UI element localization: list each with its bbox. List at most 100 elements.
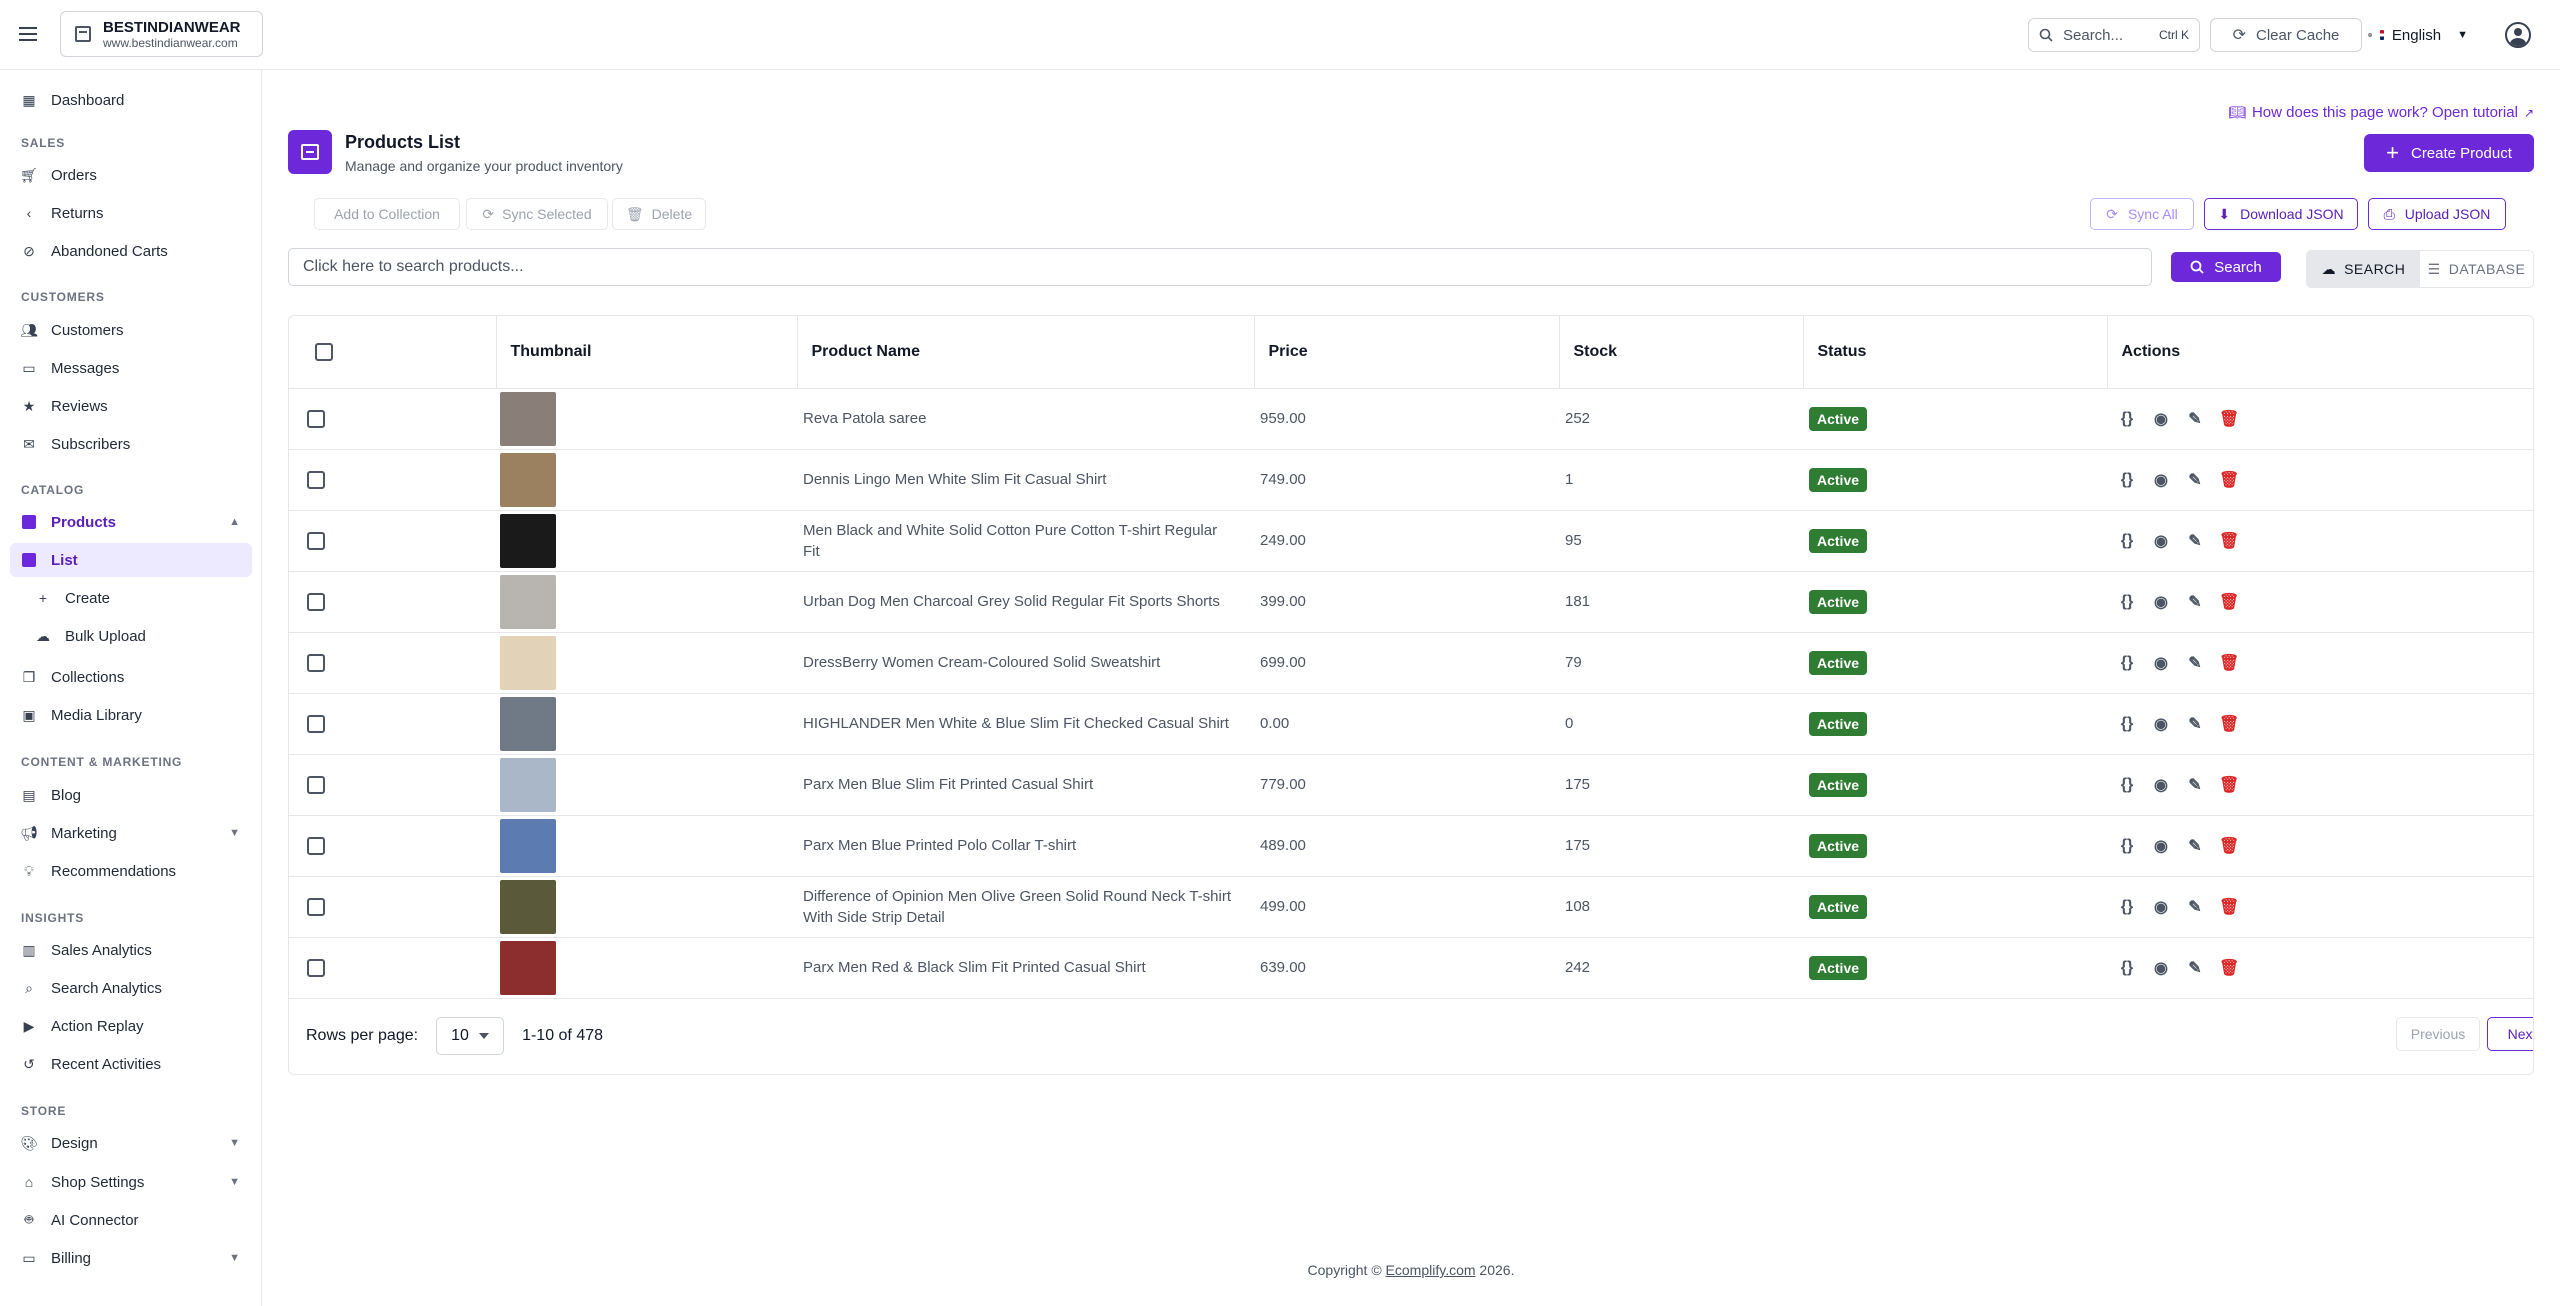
edit-pencil-icon[interactable]: ✎ — [2185, 958, 2205, 978]
delete-trash-icon[interactable]: 🗑︎ — [2219, 592, 2239, 612]
sidebar-item-products[interactable]: Products ▲ — [10, 505, 252, 539]
sidebar-item-marketing[interactable]: 📢︎ Marketing ▼ — [10, 816, 252, 850]
product-search-input[interactable] — [288, 248, 2152, 286]
delete-trash-icon[interactable]: 🗑︎ — [2219, 775, 2239, 795]
language-selector[interactable]: English ▼ — [2358, 18, 2468, 52]
edit-pencil-icon[interactable]: ✎ — [2185, 592, 2205, 612]
view-eye-icon[interactable]: ◉ — [2151, 775, 2171, 795]
row-checkbox[interactable] — [307, 836, 325, 855]
user-avatar-icon[interactable] — [2505, 22, 2531, 48]
view-eye-icon[interactable]: ◉ — [2151, 958, 2171, 978]
row-checkbox[interactable] — [307, 714, 325, 733]
column-header-product-name[interactable]: Product Name — [797, 316, 1255, 389]
sidebar-item-design[interactable]: 🎨︎ Design ▼ — [10, 1126, 252, 1160]
sidebar-item-orders[interactable]: 🛒︎ Orders — [10, 158, 252, 192]
add-to-collection-button[interactable]: Add to Collection — [314, 198, 460, 230]
json-code-icon[interactable]: {} — [2117, 898, 2137, 916]
view-eye-icon[interactable]: ◉ — [2151, 653, 2171, 673]
row-checkbox[interactable] — [307, 409, 325, 428]
product-thumbnail[interactable] — [500, 879, 556, 934]
sidebar-item-search-analytics[interactable]: ⌕ Search Analytics — [10, 971, 252, 1005]
toggle-search-mode[interactable]: ☁ SEARCH — [2307, 251, 2420, 287]
sidebar-item-create[interactable]: + Create — [10, 581, 252, 615]
sidebar-item-messages[interactable]: ▭ Messages — [10, 351, 252, 385]
clear-cache-button[interactable]: ⟳ Clear Cache — [2210, 18, 2362, 52]
delete-trash-icon[interactable]: 🗑︎ — [2219, 409, 2239, 429]
json-code-icon[interactable]: {} — [2117, 715, 2137, 733]
delete-trash-icon[interactable]: 🗑︎ — [2219, 470, 2239, 490]
edit-pencil-icon[interactable]: ✎ — [2185, 653, 2205, 673]
row-checkbox[interactable] — [307, 470, 325, 489]
delete-trash-icon[interactable]: 🗑︎ — [2219, 897, 2239, 917]
sidebar-item-recommendations[interactable]: 💡︎ Recommendations — [10, 854, 252, 888]
next-page-button[interactable]: Next — [2487, 1016, 2533, 1051]
row-checkbox[interactable] — [307, 958, 325, 977]
product-thumbnail[interactable] — [500, 513, 556, 568]
product-thumbnail[interactable] — [500, 574, 556, 629]
json-code-icon[interactable]: {} — [2117, 593, 2137, 611]
delete-trash-icon[interactable]: 🗑︎ — [2219, 714, 2239, 734]
column-header-status[interactable]: Status — [1803, 316, 2108, 389]
sidebar-item-list[interactable]: List — [10, 543, 252, 577]
sidebar-item-collections[interactable]: ❐ Collections — [10, 660, 252, 694]
sidebar-item-ai-connector[interactable]: 🤖︎ AI Connector — [10, 1203, 252, 1237]
product-thumbnail[interactable] — [500, 818, 556, 873]
edit-pencil-icon[interactable]: ✎ — [2185, 531, 2205, 551]
download-json-button[interactable]: ⬇ Download JSON — [2204, 198, 2358, 230]
delete-trash-icon[interactable]: 🗑︎ — [2219, 653, 2239, 673]
sidebar-item-returns[interactable]: ‹ Returns — [10, 196, 252, 230]
json-code-icon[interactable]: {} — [2117, 959, 2137, 977]
toggle-database-mode[interactable]: ☰ DATABASE — [2420, 251, 2533, 287]
global-search[interactable]: Search... Ctrl K — [2028, 18, 2200, 52]
edit-pencil-icon[interactable]: ✎ — [2185, 714, 2205, 734]
product-thumbnail[interactable] — [500, 940, 556, 995]
delete-trash-icon[interactable]: 🗑︎ — [2219, 958, 2239, 978]
view-eye-icon[interactable]: ◉ — [2151, 897, 2171, 917]
view-eye-icon[interactable]: ◉ — [2151, 470, 2171, 490]
sync-selected-button[interactable]: ⟳ Sync Selected — [466, 198, 608, 230]
row-checkbox[interactable] — [307, 592, 325, 611]
row-checkbox[interactable] — [307, 897, 325, 916]
delete-selected-button[interactable]: 🗑︎ Delete — [612, 198, 706, 230]
edit-pencil-icon[interactable]: ✎ — [2185, 775, 2205, 795]
search-button[interactable]: Search — [2171, 252, 2281, 282]
menu-icon[interactable] — [16, 22, 40, 46]
json-code-icon[interactable]: {} — [2117, 654, 2137, 672]
sidebar-item-billing[interactable]: ▭ Billing ▼ — [10, 1241, 252, 1275]
sidebar-item-reviews[interactable]: ★ Reviews — [10, 389, 252, 423]
sidebar-item-sales-analytics[interactable]: ▥ Sales Analytics — [10, 933, 252, 967]
sidebar-item-blog[interactable]: ▤ Blog — [10, 778, 252, 812]
sidebar-item-recent-activities[interactable]: ↺ Recent Activities — [10, 1047, 252, 1081]
edit-pencil-icon[interactable]: ✎ — [2185, 836, 2205, 856]
view-eye-icon[interactable]: ◉ — [2151, 592, 2171, 612]
sidebar-item-media-library[interactable]: ▣ Media Library — [10, 698, 252, 732]
rows-per-page-select[interactable]: 10 — [436, 1016, 505, 1055]
sidebar-item-abandoned-carts[interactable]: ⊘ Abandoned Carts — [10, 234, 252, 268]
row-checkbox[interactable] — [307, 653, 325, 672]
previous-page-button[interactable]: Previous — [2396, 1016, 2480, 1051]
product-thumbnail[interactable] — [500, 635, 556, 690]
sidebar-item-subscribers[interactable]: ✉ Subscribers — [10, 427, 252, 461]
sidebar-item-shop-settings[interactable]: ⌂ Shop Settings ▼ — [10, 1165, 252, 1199]
tutorial-link[interactable]: 📖︎ How does this page work? Open tutoria… — [2228, 104, 2534, 121]
view-eye-icon[interactable]: ◉ — [2151, 531, 2171, 551]
row-checkbox[interactable] — [307, 775, 325, 794]
edit-pencil-icon[interactable]: ✎ — [2185, 897, 2205, 917]
product-thumbnail[interactable] — [500, 696, 556, 751]
json-code-icon[interactable]: {} — [2117, 776, 2137, 794]
sidebar-item-action-replay[interactable]: ▶ Action Replay — [10, 1009, 252, 1043]
delete-trash-icon[interactable]: 🗑︎ — [2219, 531, 2239, 551]
row-checkbox[interactable] — [307, 531, 325, 550]
json-code-icon[interactable]: {} — [2117, 471, 2137, 489]
column-header-stock[interactable]: Stock — [1559, 316, 1804, 389]
store-switcher[interactable]: BESTINDIANWEAR www.bestindianwear.com — [60, 11, 263, 57]
sidebar-item-customers[interactable]: 👥︎ Customers — [10, 313, 252, 347]
column-header-price[interactable]: Price — [1254, 316, 1560, 389]
create-product-button[interactable]: + Create Product — [2364, 134, 2534, 172]
json-code-icon[interactable]: {} — [2117, 837, 2137, 855]
edit-pencil-icon[interactable]: ✎ — [2185, 470, 2205, 490]
product-thumbnail[interactable] — [500, 757, 556, 812]
view-eye-icon[interactable]: ◉ — [2151, 714, 2171, 734]
view-eye-icon[interactable]: ◉ — [2151, 409, 2171, 429]
json-code-icon[interactable]: {} — [2117, 532, 2137, 550]
